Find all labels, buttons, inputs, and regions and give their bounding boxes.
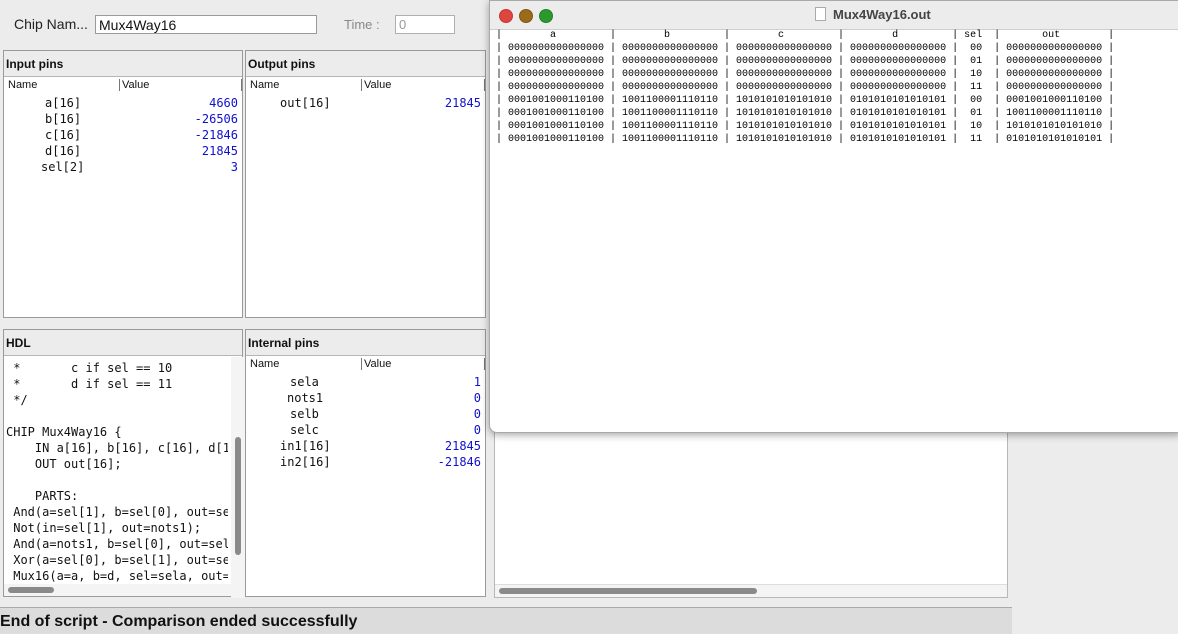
column-divider <box>241 79 242 91</box>
chip-name-label: Chip Nam... <box>14 16 88 32</box>
name-column-header[interactable]: Name <box>250 358 279 370</box>
pin-value: 0 <box>473 407 481 421</box>
pin-value: 0 <box>473 423 481 437</box>
output-file-window[interactable]: Mux4Way16.out | a | b | c | d | sel | ou… <box>489 0 1178 433</box>
hdl-vertical-scrollbar[interactable] <box>231 357 245 598</box>
column-divider <box>484 358 485 370</box>
pin-name: out[16] <box>280 96 331 110</box>
pin-value[interactable]: 4660 <box>209 96 238 110</box>
pin-value: 21845 <box>444 439 481 453</box>
input-pin-row[interactable]: c[16] -21846 <box>4 128 242 144</box>
input-pins-panel: Input pins Name Value a[16] 4660 b[16] -… <box>3 50 243 318</box>
value-column-header[interactable]: Value <box>361 358 391 370</box>
column-divider <box>484 79 485 91</box>
output-pins-header: Name Value <box>246 78 485 93</box>
hdl-title: HDL <box>4 330 242 356</box>
pin-name: nots1 <box>287 391 324 405</box>
comparison-panel <box>494 430 1008 598</box>
input-pin-row[interactable]: sel[2] 3 <box>4 160 242 176</box>
pin-name: c[16] <box>45 128 82 142</box>
chip-name-input[interactable]: Mux4Way16 <box>95 15 317 34</box>
horizontal-scrollbar[interactable] <box>495 584 1007 597</box>
pin-name: selc <box>290 423 319 437</box>
internal-pin-row[interactable]: nots1 0 <box>246 391 485 407</box>
input-pin-row[interactable]: d[16] 21845 <box>4 144 242 160</box>
value-column-header[interactable]: Value <box>361 79 391 91</box>
value-column-header[interactable]: Value <box>119 79 149 91</box>
pin-value: 1 <box>473 375 481 389</box>
internal-pin-row[interactable]: selb 0 <box>246 407 485 423</box>
pin-name: d[16] <box>45 144 82 158</box>
window-title: Mux4Way16.out <box>833 7 931 22</box>
hdl-code-view[interactable]: * c if sel == 10 * d if sel == 11 */ CHI… <box>6 360 228 592</box>
pin-name: in2[16] <box>280 455 331 469</box>
input-pins-header: Name Value <box>4 78 242 93</box>
output-table-text: | a | b | c | d | sel | out | | 00000000… <box>496 30 1115 145</box>
internal-pin-row[interactable]: selc 0 <box>246 423 485 439</box>
pin-name: sela <box>290 375 319 389</box>
status-bar: End of script - Comparison ended success… <box>0 607 1012 634</box>
time-input[interactable]: 0 <box>395 15 455 34</box>
status-message: End of script - Comparison ended success… <box>0 613 358 630</box>
pin-value: 0 <box>473 391 481 405</box>
minimize-window-icon[interactable] <box>519 9 533 23</box>
pin-value[interactable]: -21846 <box>195 128 238 142</box>
hdl-source-text: * c if sel == 10 * d if sel == 11 */ CHI… <box>6 361 228 583</box>
time-label: Time : <box>344 17 380 32</box>
close-window-icon[interactable] <box>499 9 513 23</box>
output-table: | a | b | c | d | sel | out | | 00000000… <box>496 29 1114 146</box>
pin-value[interactable]: 3 <box>231 160 238 174</box>
output-pin-row[interactable]: out[16] 21845 <box>246 96 485 112</box>
hdl-panel: HDL * c if sel == 10 * d if sel == 11 */… <box>3 329 245 598</box>
internal-pins-header: Name Value <box>246 357 485 372</box>
output-pins-title: Output pins <box>246 51 485 77</box>
input-pins-title: Input pins <box>4 51 242 77</box>
document-icon <box>815 7 826 21</box>
input-pin-row[interactable]: a[16] 4660 <box>4 96 242 112</box>
pin-name: b[16] <box>45 112 82 126</box>
internal-pins-panel: Internal pins Name Value sela 1 nots1 0 … <box>245 329 486 597</box>
internal-pin-row[interactable]: sela 1 <box>246 375 485 391</box>
name-column-header[interactable]: Name <box>8 79 37 91</box>
scrollbar-thumb[interactable] <box>235 437 241 555</box>
window-titlebar[interactable]: Mux4Way16.out <box>490 1 1178 30</box>
pin-name: selb <box>290 407 319 421</box>
pin-value[interactable]: 21845 <box>202 144 238 158</box>
pin-value: -21846 <box>437 455 481 469</box>
output-pins-panel: Output pins Name Value out[16] 21845 <box>245 50 486 318</box>
pin-name: in1[16] <box>280 439 331 453</box>
internal-pin-row[interactable]: in2[16] -21846 <box>246 455 485 471</box>
scrollbar-thumb[interactable] <box>8 587 54 593</box>
scrollbar-thumb[interactable] <box>499 588 757 594</box>
internal-pin-row[interactable]: in1[16] 21845 <box>246 439 485 455</box>
name-column-header[interactable]: Name <box>250 79 279 91</box>
pin-value[interactable]: -26506 <box>195 112 238 126</box>
maximize-window-icon[interactable] <box>539 9 553 23</box>
input-pin-row[interactable]: b[16] -26506 <box>4 112 242 128</box>
pin-name: sel[2] <box>41 160 85 174</box>
internal-pins-title: Internal pins <box>246 330 485 356</box>
pin-name: a[16] <box>45 96 82 110</box>
hdl-horizontal-scrollbar[interactable] <box>4 584 231 596</box>
pin-value: 21845 <box>444 96 481 110</box>
